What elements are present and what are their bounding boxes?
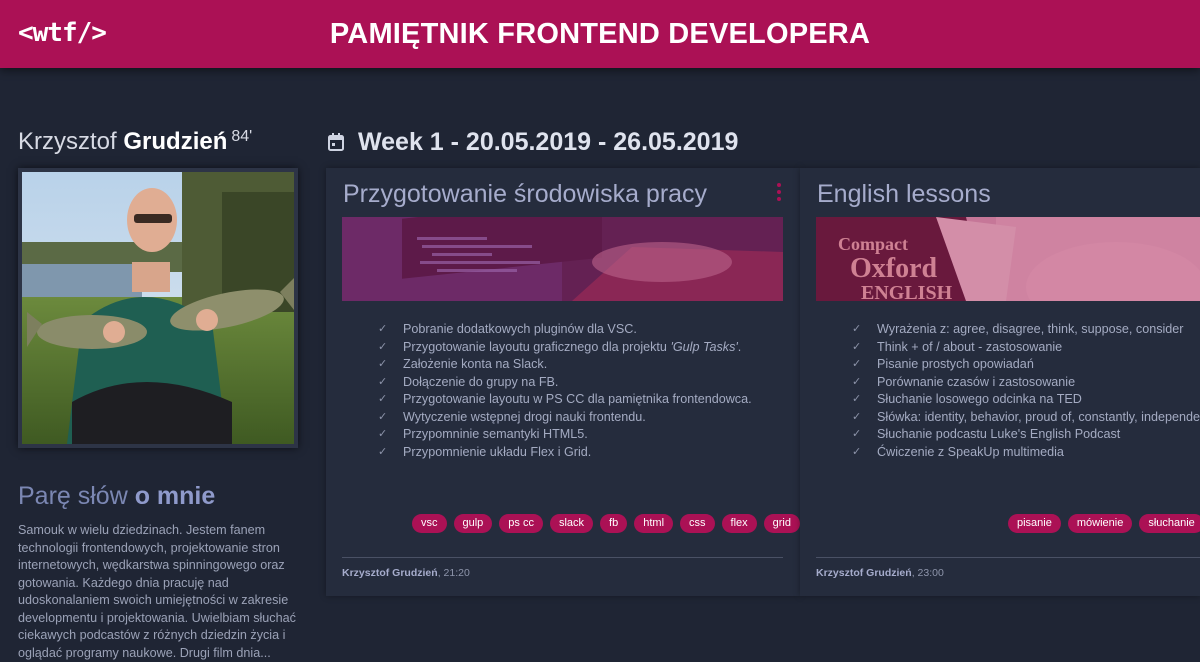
card-title: Przygotowanie środowiska pracy xyxy=(343,180,708,208)
more-options-icon[interactable] xyxy=(776,183,782,201)
author-name: Krzysztof Grudzień 84' xyxy=(18,128,252,156)
entry-time: , 21:20 xyxy=(437,567,470,579)
about-heading: Parę słów o mnie xyxy=(18,482,215,511)
week-label: Week 1 - 20.05.2019 - 26.05.2019 xyxy=(358,128,739,156)
list-item: ✓ Założenie konta na Slack. xyxy=(378,356,752,374)
tag-gulp[interactable]: gulp xyxy=(453,514,493,533)
list-item: ✓ Ćwiczenie z SpeakUp multimedia xyxy=(852,444,1200,462)
tag-css[interactable]: css xyxy=(680,514,715,533)
list-item: ✓ Słuchanie podcastu Luke's English Podca… xyxy=(852,426,1200,444)
site-title: PAMIĘTNIK FRONTEND DEVELOPERA xyxy=(329,18,871,50)
card-footer: Krzysztof Grudzień, 21:20 xyxy=(342,567,470,579)
tag-flex[interactable]: flex xyxy=(721,514,757,533)
list-item: ✓ Wytyczenie wstępnej drogi nauki fronten… xyxy=(378,409,752,427)
check-icon: ✓ xyxy=(378,340,388,353)
about-text: Samouk w wielu dziedzinach. Jestem fanem… xyxy=(18,523,296,660)
check-icon: ✓ xyxy=(378,445,388,458)
check-icon: ✓ xyxy=(852,393,862,405)
top-bar: <wtf/> PAMIĘTNIK FRONTEND DEVELOPERA xyxy=(0,0,1200,68)
tag-slack[interactable]: slack xyxy=(549,514,594,533)
check-icon: ✓ xyxy=(378,375,388,388)
card-divider xyxy=(816,557,1200,558)
check-icon: ✓ xyxy=(378,358,388,370)
list-item: ✓ Porównanie czasów i zastosowanie xyxy=(852,374,1200,392)
calendar-icon xyxy=(328,129,344,151)
card-divider xyxy=(342,557,783,558)
author-year: 84' xyxy=(231,128,253,145)
check-icon: ✓ xyxy=(852,428,862,440)
check-icon: ✓ xyxy=(852,445,862,458)
tag-sluchanie[interactable]: słuchanie xyxy=(1139,514,1200,533)
card-title: English lessons xyxy=(817,180,991,208)
list-item: ✓ Pobranie dodatkowych pluginów dla VSC. xyxy=(378,321,752,339)
check-icon: ✓ xyxy=(852,375,862,388)
task-list: ✓ Wyrażenia z: agree, disagree, think, su… xyxy=(852,321,1200,461)
diary-card-environment: Przygotowanie środowiska pracy ✓ Pobranie… xyxy=(326,168,800,596)
about-heading-light: Parę słów xyxy=(18,482,128,510)
author-first-name: Krzysztof xyxy=(18,128,117,155)
list-item: ✓ Pisanie prostych opowiadań xyxy=(852,356,1200,374)
list-item: ✓ Dołączenie do grupy na FB. xyxy=(378,374,752,392)
list-item: ✓ Przypomnienie układu Flex i Grid. xyxy=(378,444,752,462)
list-item: ✓ Wyrażenia z: agree, disagree, think, su… xyxy=(852,321,1200,339)
card-banner-image: Compact Oxford ENGLISH xyxy=(816,217,1200,301)
tag-vsc[interactable]: vsc xyxy=(412,514,447,533)
author-last-name: Grudzień xyxy=(123,128,228,155)
tag-mowienie[interactable]: mówienie xyxy=(1067,514,1133,533)
diary-card-english: English lessons Compact Oxford ENGLISH ✓… xyxy=(800,168,1200,596)
list-item: ✓ Słuchanie losowego odcinka na TED xyxy=(852,391,1200,409)
check-icon: ✓ xyxy=(852,340,862,353)
check-icon: ✓ xyxy=(378,323,388,335)
check-icon: ✓ xyxy=(378,428,388,440)
list-item: ✓ Przypomninie semantyki HTML5. xyxy=(378,426,752,444)
check-icon: ✓ xyxy=(852,323,862,335)
list-item: ✓ Słówka: identity, behavior, proud of, c… xyxy=(852,409,1200,427)
tag-grid[interactable]: grid xyxy=(763,514,800,533)
tag-pisanie[interactable]: pisanie xyxy=(1008,514,1061,533)
entry-author: Krzysztof Grudzień xyxy=(816,567,912,579)
card-banner-image xyxy=(342,217,783,301)
check-icon: ✓ xyxy=(852,410,862,423)
tag-list: pisanie mówienie słuchanie xyxy=(1008,514,1200,533)
tag-fb[interactable]: fb xyxy=(600,514,628,533)
entry-author: Krzysztof Grudzień xyxy=(342,567,438,579)
project-name: 'Gulp Tasks' xyxy=(670,339,738,354)
about-heading-bold: o mnie xyxy=(134,482,216,510)
tag-ps-cc[interactable]: ps cc xyxy=(499,514,543,533)
check-icon: ✓ xyxy=(378,410,388,423)
author-photo xyxy=(18,168,298,448)
list-item: ✓ Przygotowanie layoutu w PS CC dla pamię… xyxy=(378,391,752,409)
check-icon: ✓ xyxy=(852,358,862,370)
tag-list: vsc gulp ps cc slack fb html css flex gr… xyxy=(412,514,800,533)
entry-time: , 23:00 xyxy=(911,567,944,579)
card-footer: Krzysztof Grudzień, 23:00 xyxy=(816,567,944,579)
week-heading: Week 1 - 20.05.2019 - 26.05.2019 xyxy=(328,128,738,157)
tag-html[interactable]: html xyxy=(634,514,674,533)
list-item: ✓ Think + of / about - zastosowanie xyxy=(852,339,1200,357)
list-item: ✓ Przygotowanie layoutu graficznego dla p… xyxy=(378,339,752,357)
task-list: ✓ Pobranie dodatkowych pluginów dla VSC. … xyxy=(378,321,752,461)
check-icon: ✓ xyxy=(378,393,388,405)
